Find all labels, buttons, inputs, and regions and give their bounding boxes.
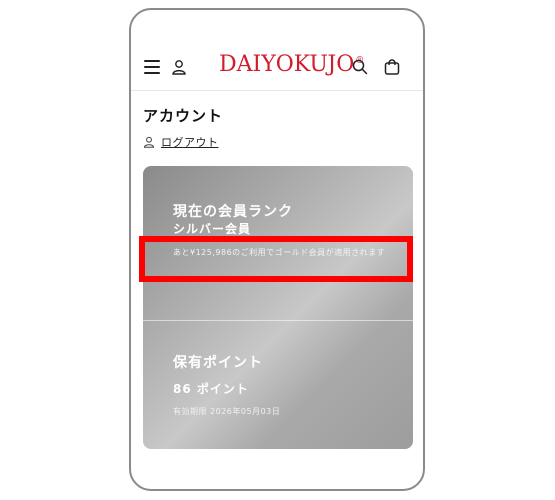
rank-heading: 現在の会員ランク — [173, 204, 293, 220]
logo-text: DAIYOKUJO — [219, 52, 355, 77]
logout-label[interactable]: ログアウト — [161, 134, 219, 150]
points-expiry: 有効期限 2026年05月03日 — [173, 407, 281, 416]
search-icon[interactable] — [351, 58, 369, 76]
points-heading: 保有ポイント — [173, 355, 263, 371]
membership-card: 現在の会員ランク シルバー会員 あと¥125,986のご利用でゴールド会員が適用… — [143, 166, 413, 449]
user-icon — [143, 133, 155, 152]
page-title: アカウント — [143, 107, 224, 125]
rank-name: シルバー会員 — [173, 222, 252, 236]
points-value: 86 ポイント — [173, 382, 249, 396]
logout-link[interactable]: ログアウト — [143, 132, 219, 152]
menu-icon[interactable] — [144, 60, 160, 74]
user-icon[interactable] — [171, 59, 187, 75]
phone-frame: DAIYOKUJO® アカウント ログアウト 現在の会員ランク シルバー会員 あ… — [129, 8, 425, 491]
card-divider — [143, 320, 413, 321]
site-header: DAIYOKUJO® — [131, 44, 423, 91]
rank-upgrade-note: あと¥125,986のご利用でゴールド会員が適用されます — [173, 248, 386, 257]
cart-icon[interactable] — [383, 58, 401, 76]
brand-logo[interactable]: DAIYOKUJO® — [219, 52, 364, 77]
